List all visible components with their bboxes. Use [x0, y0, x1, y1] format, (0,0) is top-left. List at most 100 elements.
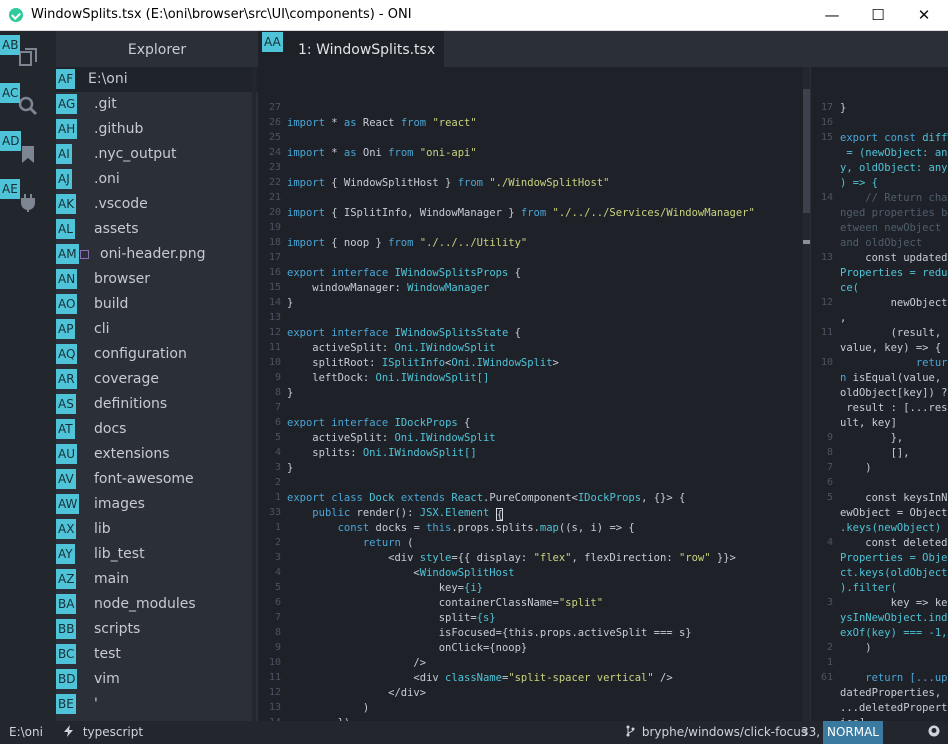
- code-token: activeSplit:: [287, 342, 395, 354]
- line-number: 14: [820, 192, 833, 203]
- code-token: ={{ display:: [451, 552, 534, 564]
- hint-label: BB: [56, 619, 77, 639]
- tree-item[interactable]: AG .git: [56, 92, 258, 117]
- code-line: value, key) => {: [840, 342, 941, 354]
- code-token: export: [287, 417, 325, 429]
- tab-windowsplits[interactable]: AA 1: WindowSplits.tsx: [258, 31, 444, 67]
- tree-item-label: oni-header.png: [100, 246, 206, 262]
- tree-item-label: coverage: [94, 371, 159, 387]
- code-line: const docks = this.props.splits.map((s, …: [287, 522, 635, 534]
- line-number: 13: [820, 252, 833, 263]
- code-token: class: [331, 492, 363, 504]
- editor-scrollbar[interactable]: [803, 67, 810, 721]
- line-number: 5: [274, 432, 281, 443]
- code-token: {s}: [476, 612, 496, 624]
- bookmarks-activity-button[interactable]: AD: [0, 131, 56, 179]
- tree-item-label: .github: [94, 121, 144, 137]
- code-token: {this.props.activeSplit === s}: [501, 627, 692, 639]
- github-icon[interactable]: [928, 721, 940, 744]
- code-line: ct.keys(oldObject: [840, 567, 947, 579]
- tree-item[interactable]: AU extensions: [56, 442, 258, 467]
- line-number: 7: [274, 612, 281, 623]
- close-button[interactable]: ✕: [901, 0, 947, 31]
- tree-item[interactable]: AH .github: [56, 117, 258, 142]
- tree-item[interactable]: AM oni-header.png: [56, 242, 258, 267]
- code-token: const: [337, 522, 370, 534]
- tree-item[interactable]: AN browser: [56, 267, 258, 292]
- hint-label: AZ: [56, 569, 77, 589]
- tree-item[interactable]: BA node_modules: [56, 592, 258, 617]
- scrollbar-thumb[interactable]: [803, 89, 810, 213]
- tree-item[interactable]: AV font-awesome: [56, 467, 258, 492]
- explorer-activity-button[interactable]: AB: [0, 35, 56, 83]
- hint-label: AQ: [56, 344, 78, 364]
- tree-root[interactable]: AF E:\oni: [56, 67, 258, 92]
- code-token: },: [840, 432, 904, 444]
- code-token: map: [539, 522, 559, 534]
- status-bar: E:\oni typescript bryphe/windows/click-f…: [0, 721, 948, 744]
- minimize-button[interactable]: —: [809, 0, 855, 31]
- search-activity-button[interactable]: AC: [0, 83, 56, 131]
- code-line: ult, key]: [840, 417, 897, 429]
- line-number: 8: [826, 447, 833, 458]
- code-token: {: [508, 327, 521, 339]
- code-line: etween newObject: [840, 222, 941, 234]
- code-line: }: [287, 462, 293, 474]
- tree-item[interactable]: AK .vscode: [56, 192, 258, 217]
- oni-workspace: AB AC AD AE Explorer AF E:\oni AG .git AH .gi…: [0, 31, 948, 721]
- code-token: WindowSplitHost: [419, 567, 515, 579]
- tree-item[interactable]: BD vim: [56, 667, 258, 692]
- tree-item[interactable]: BE ': [56, 692, 258, 717]
- code-line: }: [840, 102, 846, 114]
- filetype-label: typescript: [82, 725, 144, 739]
- code-line: key => ke: [840, 597, 948, 609]
- tree-item[interactable]: AW images: [56, 492, 258, 517]
- line-number: 18: [268, 237, 281, 248]
- line-number: 17: [820, 102, 833, 113]
- tree-item[interactable]: AP cli: [56, 317, 258, 342]
- code-token: (result,: [840, 327, 942, 339]
- code-token: split=: [287, 612, 477, 624]
- tree-item[interactable]: AL assets: [56, 217, 258, 242]
- tree-item[interactable]: AY lib_test: [56, 542, 258, 567]
- hint-label: BE: [56, 694, 76, 714]
- editor-pane-split[interactable]: 17}1615export const diffW = (newObject: …: [810, 67, 948, 721]
- code-token: *: [324, 147, 344, 159]
- line-number: 1: [274, 522, 281, 533]
- status-branch[interactable]: bryphe/windows/click-focus: [626, 721, 807, 744]
- tab-label: 1: WindowSplits.tsx: [298, 42, 436, 58]
- scrollbar-cursor-marker: [803, 240, 810, 244]
- tree-item[interactable]: AJ .oni: [56, 167, 258, 192]
- maximize-button[interactable]: ☐: [855, 0, 901, 31]
- editor-pane-main[interactable]: 27 26 import * as React from "react" 25 24 im…: [258, 67, 803, 721]
- code-line: retur: [840, 357, 948, 369]
- tree-item[interactable]: BC test: [56, 642, 258, 667]
- code-line: export interface IDockProps {: [287, 417, 470, 429]
- code-line: export interface IWindowSplitsProps {: [287, 267, 521, 279]
- plugins-activity-button[interactable]: AE: [0, 179, 56, 227]
- tree-item[interactable]: AS definitions: [56, 392, 258, 417]
- code-line: result : [...res: [840, 402, 947, 414]
- tree-item[interactable]: AR coverage: [56, 367, 258, 392]
- hint-label: AJ: [56, 169, 72, 189]
- activity-bar: AB AC AD AE: [0, 31, 56, 721]
- tree-item[interactable]: AQ configuration: [56, 342, 258, 367]
- code-token: {i}: [464, 582, 483, 594]
- tree-item[interactable]: BB scripts: [56, 617, 258, 642]
- code-token: Oni: [356, 147, 389, 159]
- code-line: const keysInN: [840, 492, 947, 504]
- code-token: return [...up: [840, 672, 948, 684]
- tree-item[interactable]: AI .nyc_output: [56, 142, 258, 167]
- sidebar-scrollbar[interactable]: [252, 67, 256, 721]
- code-token: "split-spacer vertical": [508, 672, 654, 684]
- code-line: leftDock: Oni.IWindowSplit[]: [287, 372, 489, 384]
- code-token: IWindowSplitsState: [394, 327, 509, 339]
- code-token: .PureComponent<: [483, 492, 578, 504]
- tree-item[interactable]: AX lib: [56, 517, 258, 542]
- code-token: nged properties b: [840, 207, 948, 219]
- tree-item[interactable]: AO build: [56, 292, 258, 317]
- code-token: Dock: [369, 492, 395, 504]
- tree-item[interactable]: AT docs: [56, 417, 258, 442]
- hint-label: AT: [56, 419, 75, 439]
- tree-item[interactable]: AZ main: [56, 567, 258, 592]
